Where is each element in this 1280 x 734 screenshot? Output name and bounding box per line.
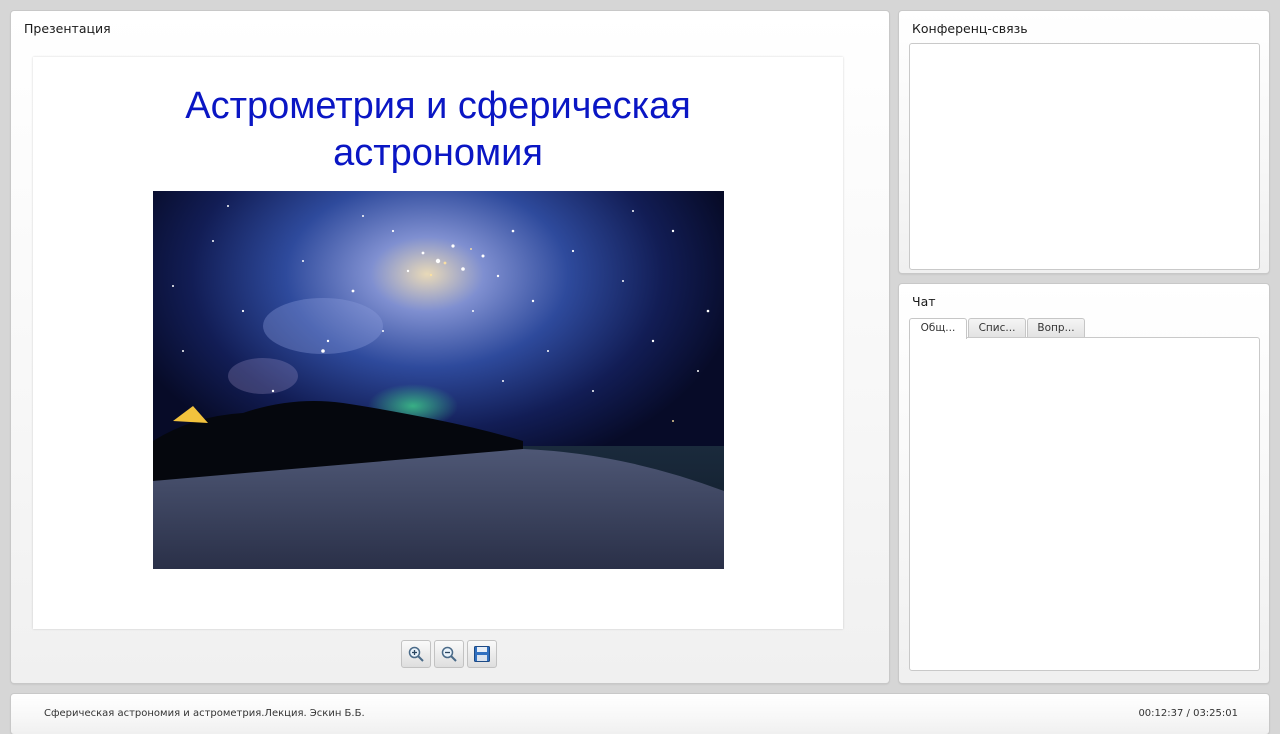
zoom-in-icon — [408, 646, 424, 662]
conference-video-area — [909, 43, 1260, 270]
chat-tabs: Общ... Спис... Вопр... — [909, 318, 1086, 339]
chat-panel-title: Чат — [912, 294, 936, 309]
conference-panel: Конференц-связь — [899, 11, 1269, 273]
save-button[interactable] — [467, 640, 497, 668]
tab-participants[interactable]: Спис... — [968, 318, 1026, 337]
recording-title: Сферическая астрономия и астрометрия.Лек… — [44, 708, 365, 719]
night-sky-picture — [153, 191, 724, 569]
slide: Астрометрия и сферическая астрономия — [33, 57, 843, 629]
slide-toolbar — [401, 640, 497, 668]
floppy-disk-icon — [474, 646, 490, 662]
slide-image-night-sky — [153, 191, 724, 569]
presentation-panel: Презентация Астрометрия и сферическая ас… — [11, 11, 889, 683]
chat-messages-area — [909, 337, 1260, 671]
zoom-out-button[interactable] — [434, 640, 464, 668]
tab-questions[interactable]: Вопр... — [1027, 318, 1085, 337]
presentation-panel-title: Презентация — [24, 21, 111, 36]
chat-panel: Чат Общ... Спис... Вопр... — [899, 284, 1269, 683]
footer-bar: Сферическая астрономия и астрометрия.Лек… — [11, 694, 1269, 734]
conference-panel-title: Конференц-связь — [912, 21, 1028, 36]
playback-time: 00:12:37 / 03:25:01 — [1138, 708, 1238, 719]
zoom-out-icon — [441, 646, 457, 662]
tab-general[interactable]: Общ... — [909, 318, 967, 339]
slide-title: Астрометрия и сферическая астрономия — [185, 85, 691, 174]
zoom-in-button[interactable] — [401, 640, 431, 668]
